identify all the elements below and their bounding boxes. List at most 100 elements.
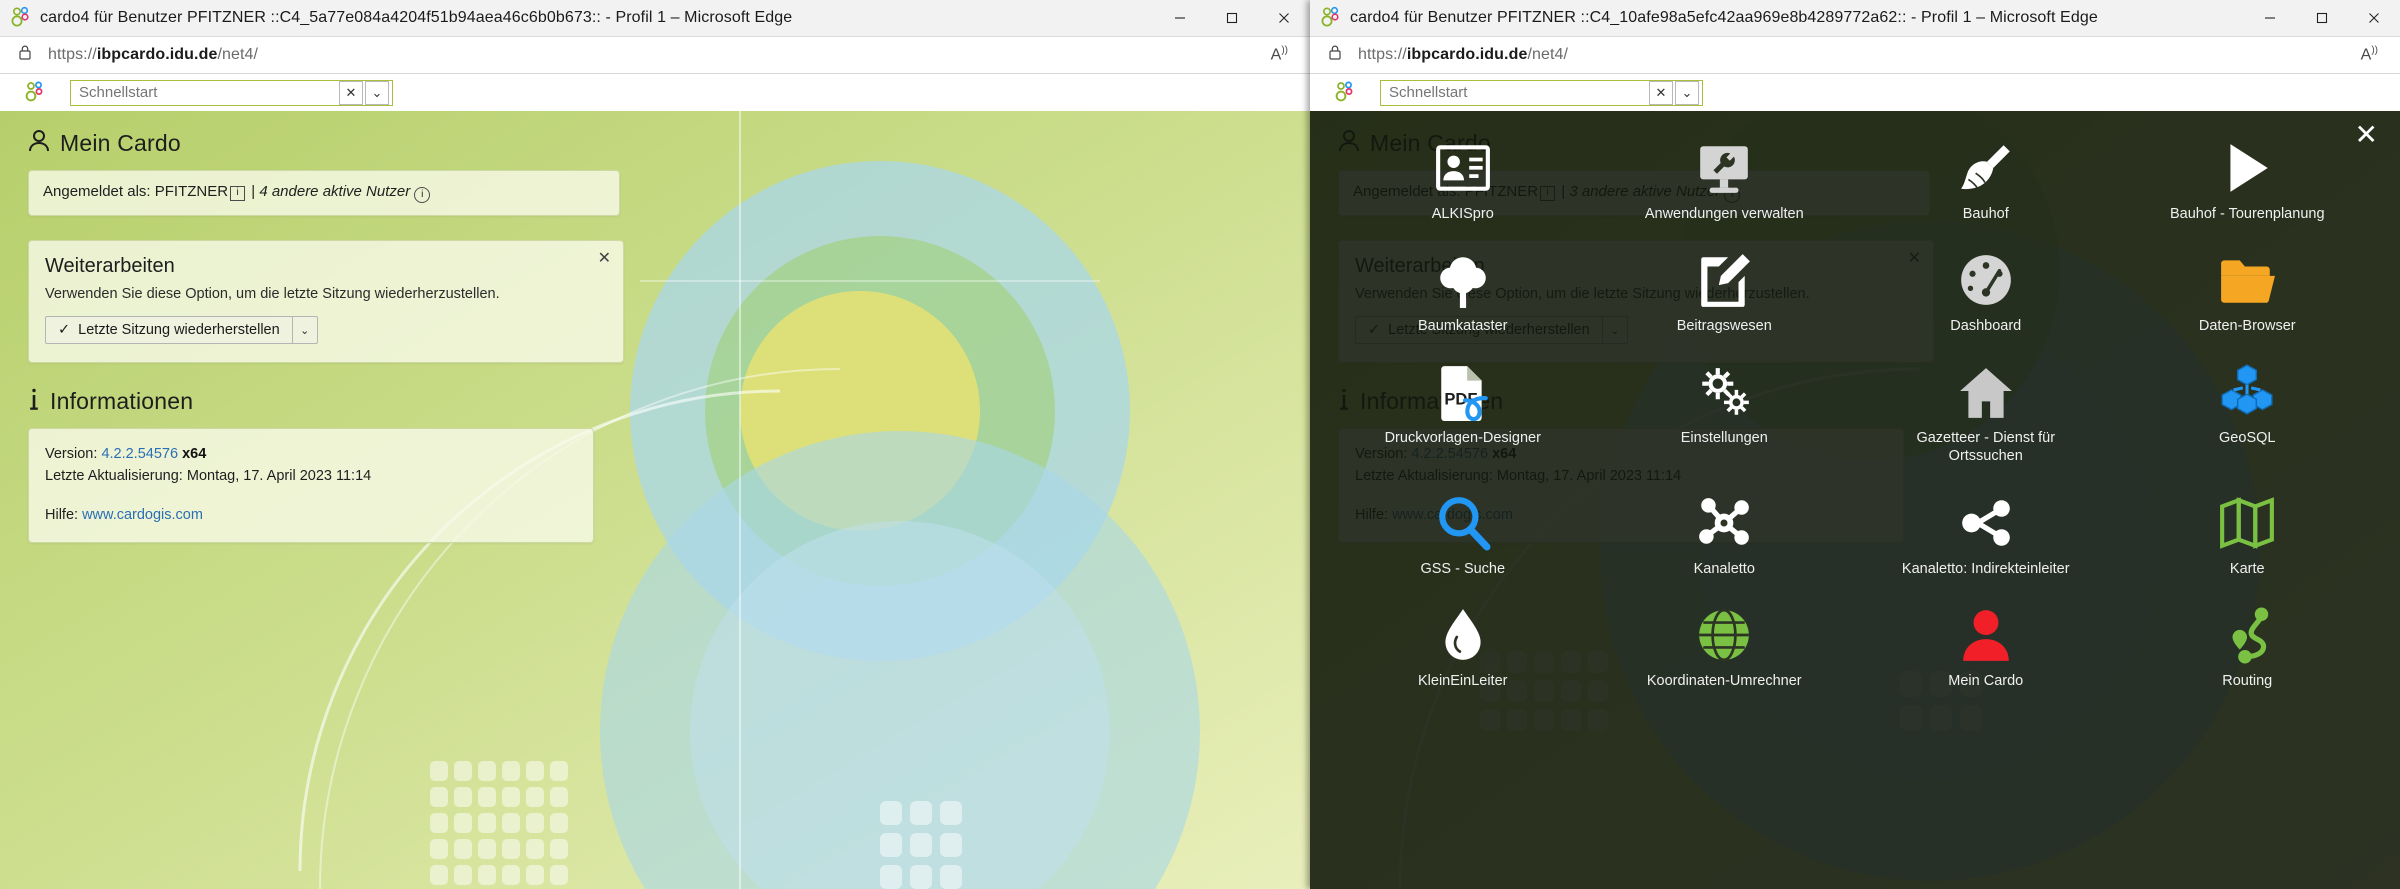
app-tile-bauhof[interactable]: Bauhof: [1855, 139, 2117, 223]
browser-window-left: cardo4 für Benutzer PFITZNER ::C4_5a77e0…: [0, 0, 1310, 889]
share-nodes-icon: [1957, 494, 2015, 552]
login-status-card: Angemeldet als: PFITZNER i | 4 andere akt…: [28, 170, 620, 216]
app-tile-label: Koordinaten-Umrechner: [1646, 672, 1802, 689]
help-label: Hilfe:: [45, 506, 79, 523]
app-tile-label: Druckvorlagen-Designer: [1384, 430, 1541, 447]
app-tile-alkispro[interactable]: ALKISpro: [1332, 139, 1594, 223]
app-tile-baumkataster[interactable]: Baumkataster: [1332, 251, 1594, 335]
information-block: Informationen Version: 4.2.2.54576 x64 L…: [28, 387, 1310, 544]
version-label: Version:: [45, 446, 98, 462]
user-info-badge-icon[interactable]: i: [230, 185, 246, 201]
window-controls-right: [2244, 0, 2400, 36]
close-button-left[interactable]: [1258, 0, 1310, 36]
app-tile-label: ALKISpro: [1431, 206, 1494, 222]
cardo-logo-icon: [22, 81, 48, 105]
quickstart-dropdown-button[interactable]: ⌄: [365, 80, 389, 105]
app-tile-kanaletto[interactable]: Kanaletto: [1594, 494, 1856, 578]
app-launcher-overlay: ✕ ALKISpro Anwendungen verwalten Bauhof Bau…: [1310, 111, 2400, 889]
broom-icon: [1957, 139, 2015, 197]
quickstart-field-right[interactable]: ✕ ⌄: [1380, 79, 1703, 106]
app-tile-gss-suche[interactable]: GSS - Suche: [1332, 494, 1594, 578]
app-tile-dashboard[interactable]: Dashboard: [1855, 251, 2117, 335]
app-tile-bauhof-tourenplanung[interactable]: Bauhof - Tourenplanung: [2117, 139, 2379, 223]
information-title: Informationen: [50, 388, 194, 414]
url-host: ibpcardo.idu.de: [96, 46, 218, 63]
restore-session-button[interactable]: ✓ Letzte Sitzung wiederherstellen ⌄: [45, 316, 318, 344]
app-tile-mein-cardo[interactable]: Mein Cardo: [1855, 606, 2117, 690]
tree-icon: [1434, 251, 1492, 309]
app-tile-label: Bauhof - Tourenplanung: [2169, 206, 2325, 222]
pencil-document-icon: [1695, 251, 1753, 309]
play-triangle-icon: [2218, 139, 2276, 197]
app-tile-label: Gazetteer - Dienst für Ortssuchen: [1916, 430, 2056, 465]
resume-card: ✕ Weiterarbeiten Verwenden Sie diese Opt…: [28, 240, 624, 363]
active-users-info-icon[interactable]: i: [414, 187, 431, 203]
gauge-icon: [1957, 251, 2015, 309]
minimize-button-left[interactable]: [1154, 0, 1206, 36]
person-icon: [1957, 606, 2015, 664]
titlebar-right: cardo4 für Benutzer PFITZNER ::C4_10afe9…: [1310, 0, 2400, 37]
monitor-wrench-icon: [1695, 139, 1753, 197]
resume-block: ✕ Weiterarbeiten Verwenden Sie diese Opt…: [28, 240, 1310, 363]
page-title: Mein Cardo: [60, 130, 181, 156]
app-tile-anwendungen-verwalten[interactable]: Anwendungen verwalten: [1594, 139, 1856, 223]
quickstart-input[interactable]: [71, 81, 339, 104]
help-link[interactable]: www.cardogis.com: [82, 507, 203, 523]
app-tile-routing[interactable]: Routing: [2117, 606, 2379, 690]
quickstart-input[interactable]: [1381, 81, 1649, 104]
url-text[interactable]: https://ibpcardo.idu.de/net4/: [1358, 46, 1568, 64]
app-tile-geosql[interactable]: GeoSQL: [2117, 363, 2379, 465]
close-button-right[interactable]: [2348, 0, 2400, 36]
browser-window-right: cardo4 für Benutzer PFITZNER ::C4_10afe9…: [1310, 0, 2400, 889]
app-tile-kleineinleiter[interactable]: KleinEinLeiter: [1332, 606, 1594, 690]
maximize-button-left[interactable]: [1206, 0, 1258, 36]
app-tile-koordinaten-umrechner[interactable]: Koordinaten-Umrechner: [1594, 606, 1856, 690]
globe-grid-icon: [1695, 606, 1753, 664]
magnifier-icon: [1434, 494, 1492, 552]
house-icon: [1957, 363, 2015, 421]
app-tile-gazetteer-dienst-f-r-ortssuchen[interactable]: Gazetteer - Dienst für Ortssuchen: [1855, 363, 2117, 465]
address-bar-right[interactable]: https://ibpcardo.idu.de/net4/ A)): [1310, 37, 2400, 74]
check-icon: ✓: [58, 322, 71, 338]
id-card-icon: [1434, 139, 1492, 197]
app-tile-kanaletto-indirekteinleiter[interactable]: Kanaletto: Indirekteinleiter: [1855, 494, 2117, 578]
quickstart-dropdown-button[interactable]: ⌄: [1675, 80, 1699, 105]
read-aloud-icon[interactable]: A)): [2361, 45, 2378, 64]
app-tile-karte[interactable]: Karte: [2117, 494, 2379, 578]
geosql-cubes-icon: [2218, 363, 2276, 421]
address-bar-left[interactable]: https://ibpcardo.idu.de/net4/ A)): [0, 37, 1310, 74]
app-tile-label: Routing: [2222, 672, 2273, 689]
quickstart-field-left[interactable]: ✕ ⌄: [70, 79, 393, 106]
app-tile-einstellungen[interactable]: Einstellungen: [1594, 363, 1856, 465]
app-tile-label: Daten-Browser: [2198, 318, 2296, 335]
lock-icon: [1328, 44, 1342, 66]
resume-close-icon[interactable]: ✕: [598, 251, 611, 267]
help-line: Hilfe: www.cardogis.com: [45, 504, 577, 526]
restore-session-main[interactable]: ✓ Letzte Sitzung wiederherstellen: [46, 317, 292, 343]
app-tile-label: KleinEinLeiter: [1418, 672, 1508, 689]
gears-icon: [1695, 363, 1753, 421]
app-tile-label: Dashboard: [1950, 318, 2022, 335]
quickstart-clear-button[interactable]: ✕: [339, 80, 363, 105]
app-tile-daten-browser[interactable]: Daten-Browser: [2117, 251, 2379, 335]
app-tile-label: Anwendungen verwalten: [1644, 206, 1804, 222]
water-drop-icon: [1434, 606, 1492, 664]
cardo-toolbar-left: ✕ ⌄: [0, 74, 1310, 113]
quickstart-clear-button[interactable]: ✕: [1649, 80, 1673, 105]
url-text[interactable]: https://ibpcardo.idu.de/net4/: [48, 46, 258, 64]
folder-open-icon: [2218, 251, 2276, 309]
cardo-logo-icon: [1332, 81, 1358, 105]
map-icon: [2218, 494, 2276, 552]
minimize-button-right[interactable]: [2244, 0, 2296, 36]
app-tile-druckvorlagen-designer[interactable]: Druckvorlagen-Designer: [1332, 363, 1594, 465]
app-tile-beitragswesen[interactable]: Beitragswesen: [1594, 251, 1856, 335]
information-card: Version: 4.2.2.54576 x64 Letzte Aktualis…: [28, 428, 594, 544]
maximize-button-right[interactable]: [2296, 0, 2348, 36]
read-aloud-icon[interactable]: A)): [1271, 45, 1288, 64]
version-line: Version: 4.2.2.54576 x64: [45, 443, 577, 465]
app-tile-label: Kanaletto: Indirekteinleiter: [1901, 560, 2070, 577]
chevron-down-icon[interactable]: ⌄: [293, 317, 317, 343]
app-grid: ALKISpro Anwendungen verwalten Bauhof Bauho…: [1310, 139, 2400, 690]
window-controls-left: [1154, 0, 1310, 36]
